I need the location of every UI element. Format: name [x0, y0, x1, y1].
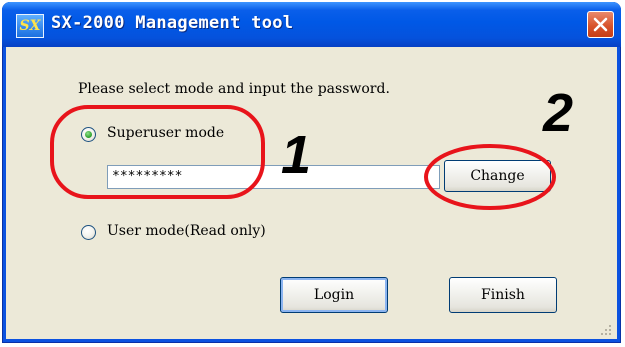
annotation-number-2: 2 — [543, 83, 574, 143]
annotation-ellipse-2 — [424, 144, 556, 210]
annotation-ellipse-1 — [50, 105, 265, 199]
annotation-number-1: 1 — [281, 125, 312, 185]
annotation-overlay — [50, 105, 556, 210]
